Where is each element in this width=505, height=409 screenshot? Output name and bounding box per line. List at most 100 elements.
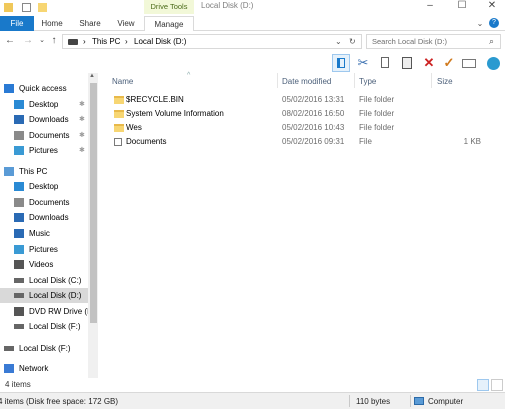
divider [349,395,350,407]
folder-icon [114,110,124,118]
up-button[interactable]: ↑ [48,35,60,47]
file-row[interactable]: Wes 05/02/2016 10:43 File folder [100,121,505,135]
sidebar-item-label: Local Disk (F:) [29,322,81,331]
tab-file[interactable]: File [0,16,34,31]
sidebar-item[interactable]: DVD RW Drive (E [0,304,88,319]
column-date-modified[interactable]: Date modified [282,77,331,86]
file-date-modified: 05/02/2016 13:31 [282,95,345,104]
pin-icon[interactable]: ✱ [79,112,85,127]
sidebar-item[interactable]: Local Disk (D:) [0,288,88,303]
tab-view[interactable]: View [110,16,142,31]
expand-ribbon-icon[interactable]: ⌄ [474,16,486,31]
sidebar-item-label: DVD RW Drive (E [29,307,88,316]
recent-dropdown-icon[interactable]: ⌄ [36,35,48,47]
file-row[interactable]: Documents 05/02/2016 09:31 File 1 KB [100,135,505,149]
sidebar-item[interactable]: Videos [0,257,88,272]
sidebar-item[interactable]: Downloads ✱ [0,112,88,127]
sidebar-scrollbar-thumb[interactable] [90,83,97,323]
address-bar: ← → ⌄ ↑ › This PC › Local Disk (D:) ⌄ ↻ … [0,31,505,53]
sidebar-item-label: Pictures [29,245,58,254]
file-name: $RECYCLE.BIN [126,95,184,104]
pictures-icon [14,146,24,155]
sidebar-item[interactable]: Local Disk (C:) [0,273,88,288]
search-input[interactable]: Search Local Disk (D:) ⌕ [366,34,501,49]
column-divider[interactable] [277,73,278,88]
computer-icon [4,167,14,176]
desktop-icon [14,182,24,191]
file-list: ^ Name Date modified Type Size $RECYCLE.… [100,72,505,378]
drive-icon [14,293,24,298]
column-name[interactable]: Name [112,77,133,86]
sidebar-item[interactable]: Quick access [0,81,88,96]
file-type: File folder [359,95,395,104]
delete-icon[interactable]: ✕ [420,54,438,72]
sidebar-item[interactable]: Desktop [0,179,88,194]
back-button[interactable]: ← [4,35,16,47]
email-icon[interactable] [460,54,478,72]
file-date-modified: 08/02/2016 16:50 [282,109,345,118]
documents-icon [14,198,24,207]
drive-icon [4,346,14,351]
breadcrumb-separator: › [125,37,128,46]
sidebar-item[interactable]: Music [0,226,88,241]
paste-icon[interactable] [398,54,416,72]
refresh-icon[interactable]: ↻ [349,37,356,46]
drive-icon [68,39,78,45]
videos-icon [14,260,24,269]
minimize-button[interactable]: – [415,0,445,14]
breadcrumb-separator: › [83,37,86,46]
copy-icon[interactable] [376,54,394,72]
breadcrumb-local-disk[interactable]: Local Disk (D:) [134,37,186,46]
address-dropdown-icon[interactable]: ⌄ [335,37,342,46]
sidebar-item[interactable]: Pictures ✱ [0,143,88,158]
properties-icon[interactable] [22,3,31,12]
help-icon[interactable]: ? [489,18,499,28]
column-divider[interactable] [431,73,432,88]
large-icons-view-button[interactable] [491,379,503,391]
sidebar-item-label: Documents [29,198,70,207]
sidebar-item[interactable]: Desktop ✱ [0,97,88,112]
file-type: File folder [359,123,395,132]
cut-icon[interactable]: ✂ [354,54,372,72]
pin-icon[interactable]: ✱ [79,97,85,112]
sidebar-item[interactable]: Downloads [0,210,88,225]
address-box[interactable]: › This PC › Local Disk (D:) ⌄ ↻ [62,34,362,49]
checkmark-icon[interactable]: ✓ [440,54,458,72]
close-button[interactable]: ✕ [477,0,505,14]
computer-icon [414,397,424,405]
window-title: Local Disk (D:) [201,1,254,10]
sidebar-item[interactable]: Network [0,361,88,376]
download-icon [14,213,24,222]
column-divider[interactable] [354,73,355,88]
sidebar-item[interactable]: Pictures [0,242,88,257]
sidebar-item[interactable]: This PC [0,164,88,179]
sidebar-item[interactable]: Documents [0,195,88,210]
tab-home[interactable]: Home [36,16,68,31]
sidebar-item[interactable]: Documents ✱ [0,128,88,143]
pin-icon[interactable]: ✱ [79,143,85,158]
new-folder-icon[interactable] [38,3,47,12]
globe-icon[interactable] [484,54,502,72]
sidebar-item[interactable]: Local Disk (F:) [0,319,88,334]
maximize-button[interactable]: ☐ [447,0,477,14]
sidebar-item[interactable]: Local Disk (F:) [0,341,88,356]
documents-icon [14,131,24,140]
forward-button[interactable]: → [22,35,34,47]
scroll-up-icon[interactable]: ▲ [89,73,95,79]
pane-view-icon[interactable] [332,54,350,72]
file-row[interactable]: $RECYCLE.BIN 05/02/2016 13:31 File folder [100,93,505,107]
file-icon [114,138,122,146]
file-row[interactable]: System Volume Information 08/02/2016 16:5… [100,107,505,121]
file-date-modified: 05/02/2016 09:31 [282,137,345,146]
column-size[interactable]: Size [437,77,453,86]
folder-icon [114,124,124,132]
column-type[interactable]: Type [359,77,376,86]
details-view-button[interactable] [477,379,489,391]
breadcrumb-this-pc[interactable]: This PC [92,37,120,46]
item-count: 4 items [5,380,31,389]
folder-icon [114,96,124,104]
tab-manage[interactable]: Manage [144,16,194,32]
pin-icon[interactable]: ✱ [79,128,85,143]
sidebar-item-label: Local Disk (D:) [29,291,82,300]
tab-share[interactable]: Share [74,16,106,31]
